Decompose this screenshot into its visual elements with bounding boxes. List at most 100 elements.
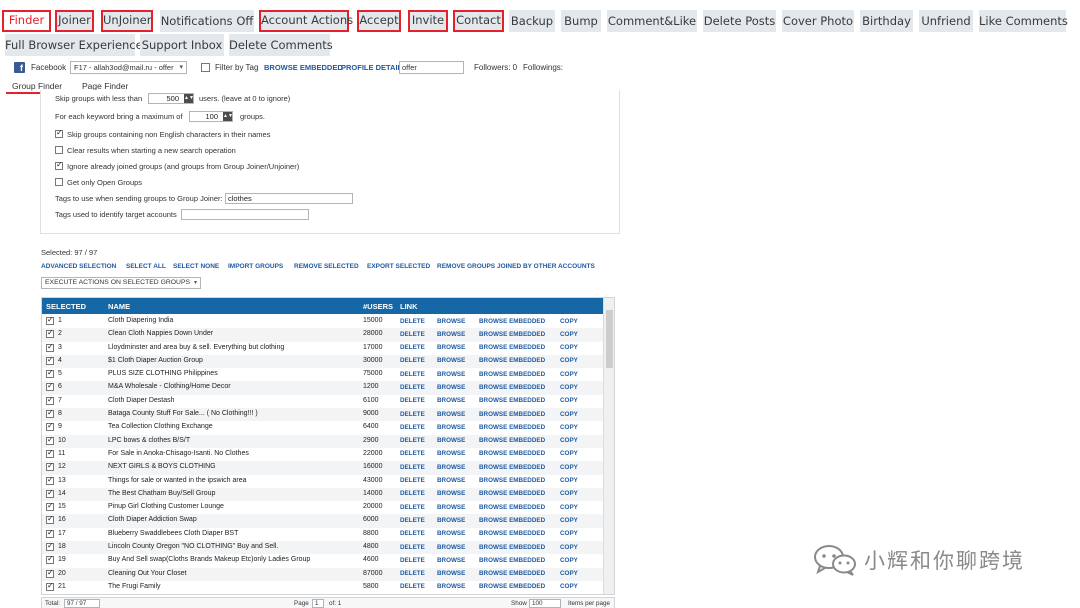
browse-embedded-link[interactable]: BROWSE EMBEDDED [479,357,545,364]
browse-link[interactable]: BROWSE [437,424,465,431]
browse-embedded-link[interactable]: BROWSE EMBEDDED [479,318,545,325]
delete-link[interactable]: DELETE [400,411,425,418]
header-selected[interactable]: SELECTED [46,302,86,311]
browse-link[interactable]: BROWSE [437,490,465,497]
browse-link[interactable]: BROWSE [437,384,465,391]
row-checkbox[interactable] [46,448,54,458]
profile-details-link[interactable]: PROFILE DETAILS [341,63,407,72]
browse-embedded-link[interactable]: BROWSE EMBEDDED [479,344,545,351]
copy-link[interactable]: COPY [560,583,578,590]
browse-link[interactable]: BROWSE [437,583,465,590]
copy-link[interactable]: COPY [560,318,578,325]
table-row[interactable]: 14 The Best Chatham Buy/Sell Group 14000 DE… [42,487,604,502]
row-checkbox[interactable] [46,541,54,552]
browse-embedded-link[interactable]: BROWSE EMBEDDED [479,530,545,537]
browse-link[interactable]: BROWSE [437,544,465,551]
browse-link[interactable]: BROWSE [437,411,465,418]
table-row[interactable]: 12 NEXT GIRLS & BOYS CLOTHING 16000 DELETE B… [42,461,604,475]
row-checkbox[interactable] [46,581,54,591]
browse-embedded-link[interactable]: BROWSE EMBEDDED [479,517,545,524]
delete-link[interactable]: DELETE [400,583,425,590]
tab-joiner[interactable]: Joiner [55,10,94,32]
browse-embedded-link[interactable]: BROWSE EMBEDDED [479,371,545,378]
tab-accept[interactable]: Accept [357,10,401,32]
tab-cover-photo[interactable]: Cover Photo [782,10,854,32]
copy-link[interactable]: COPY [560,437,578,444]
browse-embedded-link[interactable]: BROWSE EMBEDDED [479,583,545,590]
browse-embedded-link[interactable]: BROWSE EMBEDDED [479,397,545,404]
option-ignore-joined[interactable]: Ignore already joined groups (and groups… [55,160,299,171]
tab-bump[interactable]: Bump [561,10,601,32]
table-row[interactable]: 15 Pinup Girl Clothing Customer Lounge 200… [42,501,604,514]
account-select[interactable]: F17 - allah3od@mail.ru - offer ▾ [70,61,187,74]
row-checkbox[interactable] [46,554,54,565]
tab-finder[interactable]: Finder [2,10,51,32]
delete-link[interactable]: DELETE [400,490,425,497]
tab-like-comments[interactable]: Like Comments [979,10,1068,32]
row-checkbox[interactable] [46,435,54,445]
header-link[interactable]: LINK [400,302,418,311]
table-row[interactable]: 10 LPC bows & clothes B/S/T 2900 DELETE BROW… [42,434,604,448]
row-checkbox[interactable] [46,355,54,365]
spinner-arrows-icon[interactable]: ▲▼ [184,94,194,103]
browse-link[interactable]: BROWSE [437,357,465,364]
row-checkbox[interactable] [46,528,54,538]
browse-link[interactable]: BROWSE [437,570,465,577]
browse-embedded-link[interactable]: BROWSE EMBEDDED [479,490,545,497]
delete-link[interactable]: DELETE [400,504,425,511]
copy-link[interactable]: COPY [560,424,578,431]
copy-link[interactable]: COPY [560,357,578,364]
browse-embedded-link[interactable]: BROWSE EMBEDDED [264,63,343,72]
table-row[interactable]: 5 PLUS SIZE CLOTHING Philippines 75000 DELE… [42,368,604,381]
delete-link[interactable]: DELETE [400,477,425,484]
table-row[interactable]: 20 Cleaning Out Your Closet 87000 DELETE BRO… [42,567,604,581]
browse-embedded-link[interactable]: BROWSE EMBEDDED [479,450,545,457]
row-checkbox[interactable] [46,381,54,392]
table-row[interactable]: 4 $1 Cloth Diaper Auction Group 30000 DELET… [42,354,604,369]
remove-joined-by-others-link[interactable]: REMOVE GROUPS JOINED BY OTHER ACCOUNTS [437,263,595,270]
delete-link[interactable]: DELETE [400,570,425,577]
copy-link[interactable]: COPY [560,464,578,471]
tab-support-inbox[interactable]: Support Inbox [140,34,224,56]
tab-account-actions[interactable]: Account Actions [259,10,353,32]
row-checkbox[interactable] [46,421,54,432]
bring-max-spinner[interactable]: 100 ▲▼ [189,111,233,122]
copy-link[interactable]: COPY [560,530,578,537]
copy-link[interactable]: COPY [560,397,578,404]
tab-birthday[interactable]: Birthday [860,10,913,32]
copy-link[interactable]: COPY [560,411,578,418]
table-row[interactable]: 21 The Frugi Family 5800 DELETE BROWSE BROWSE… [42,581,604,594]
row-checkbox[interactable] [46,395,54,405]
copy-link[interactable]: COPY [560,490,578,497]
delete-link[interactable]: DELETE [400,331,425,338]
browse-embedded-link[interactable]: BROWSE EMBEDDED [479,331,545,338]
select-all-link[interactable]: SELECT ALL [126,263,166,270]
tab-full-browser-experience[interactable]: Full Browser Experience [5,34,143,56]
row-checkbox[interactable] [46,475,54,485]
delete-link[interactable]: DELETE [400,557,425,564]
browse-link[interactable]: BROWSE [437,557,465,564]
page-input[interactable]: 1 [312,599,324,608]
clear-results-checkbox[interactable] [55,146,63,154]
table-row[interactable]: 6 M&A Wholesale - Clothing/Home Decor 1200… [42,381,604,395]
browse-embedded-link[interactable]: BROWSE EMBEDDED [479,557,545,564]
tab-backup[interactable]: Backup [509,10,555,32]
delete-link[interactable]: DELETE [400,318,425,325]
row-checkbox[interactable] [46,328,54,339]
row-checkbox[interactable] [46,315,54,325]
table-scrollbar[interactable] [603,298,614,594]
copy-link[interactable]: COPY [560,344,578,351]
delete-link[interactable]: DELETE [400,464,425,471]
advanced-selection-link[interactable]: ADVANCED SELECTION [41,263,116,270]
tags-target-input[interactable] [181,209,309,220]
spinner-arrows-icon[interactable]: ▲▼ [223,112,233,121]
row-checkbox[interactable] [46,461,54,472]
tags-joiner-input[interactable]: clothes [225,193,353,204]
option-clear-results[interactable]: Clear results when starting a new search… [55,145,236,155]
browse-link[interactable]: BROWSE [437,437,465,444]
delete-link[interactable]: DELETE [400,344,425,351]
browse-embedded-link[interactable]: BROWSE EMBEDDED [479,477,545,484]
delete-link[interactable]: DELETE [400,544,425,551]
row-checkbox[interactable] [46,514,54,525]
delete-link[interactable]: DELETE [400,450,425,457]
